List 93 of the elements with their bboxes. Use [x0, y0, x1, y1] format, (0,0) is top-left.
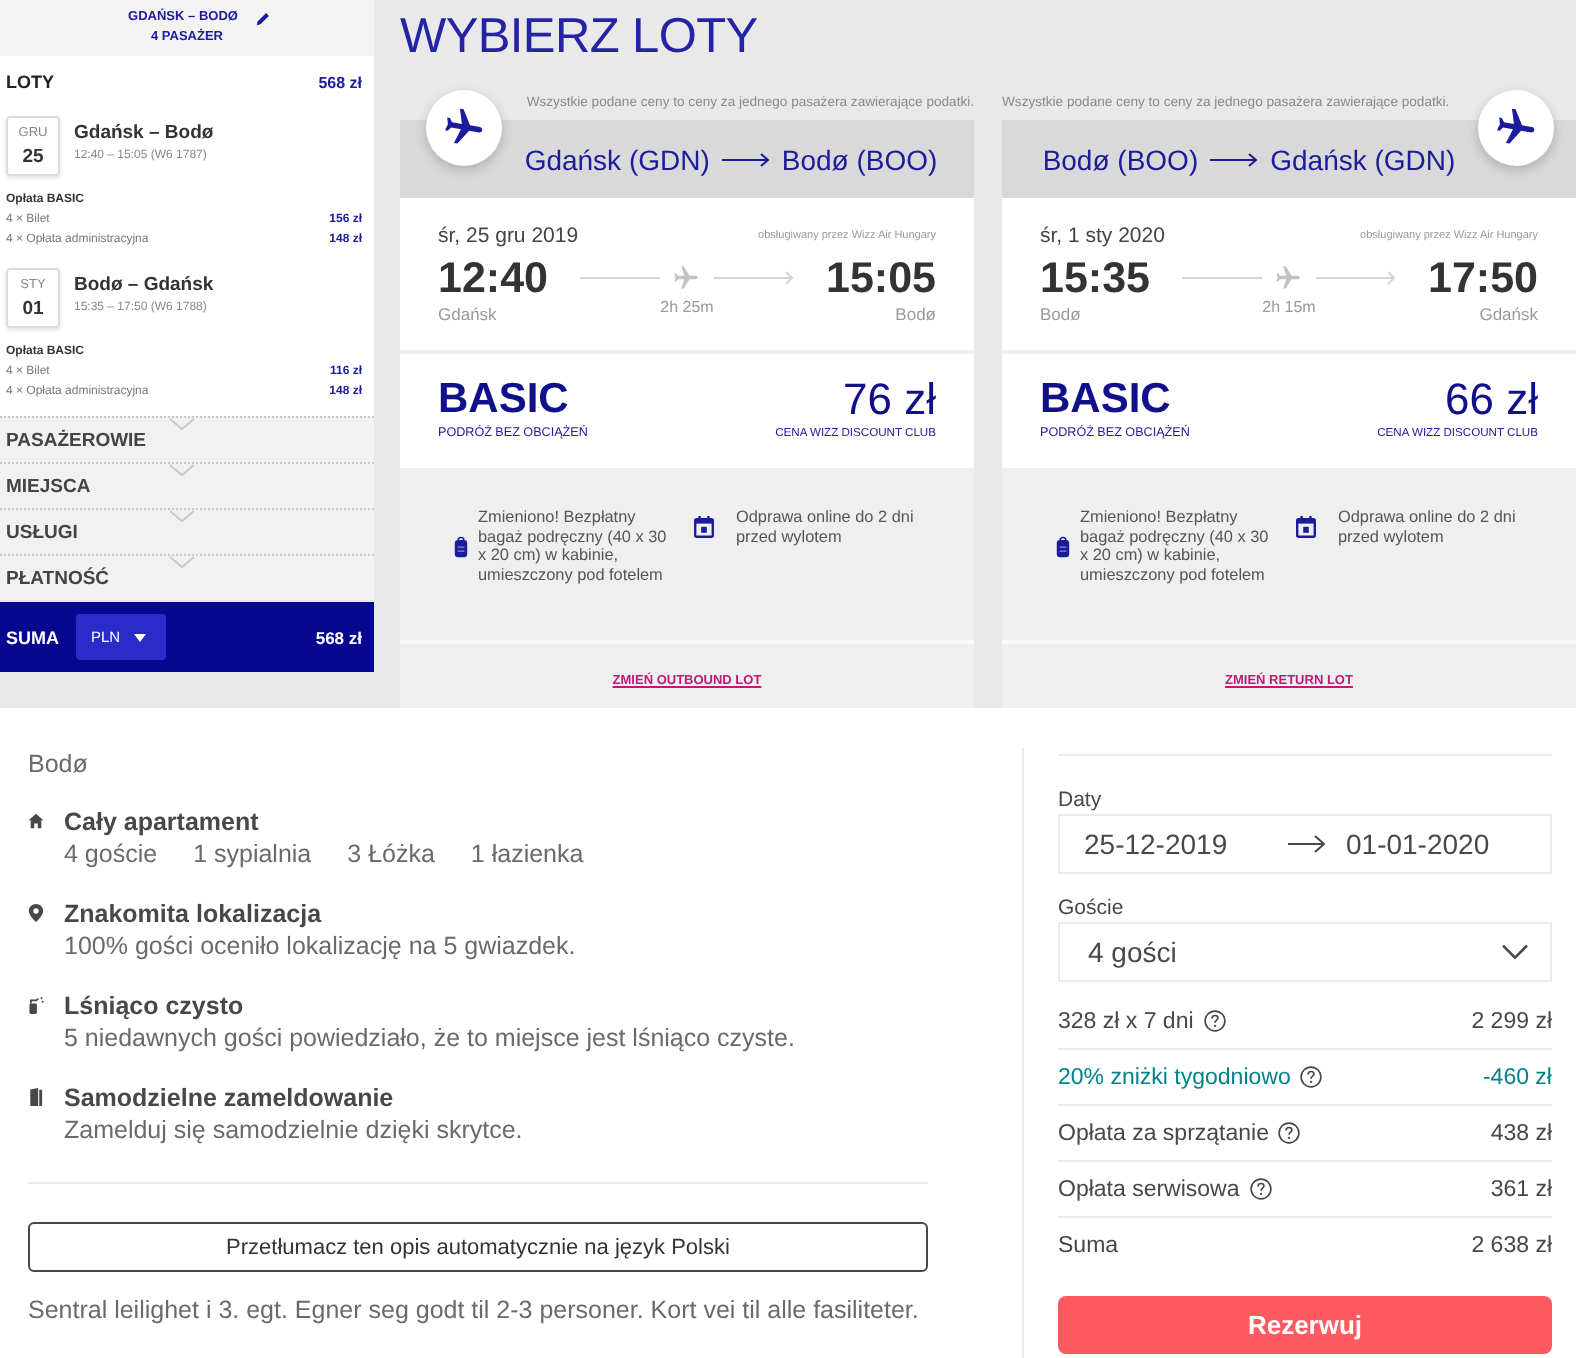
price-amount: 361 zł [1490, 1177, 1552, 1201]
room-detail: 3 Łóżka [347, 838, 435, 870]
price-label: Opłata serwisowa [1058, 1177, 1240, 1201]
flight-duration: 2h 15m [1262, 298, 1316, 318]
flight-date: śr, 1 sty 2020 [1040, 224, 1165, 248]
departure-city: Bodø [1040, 304, 1081, 326]
price-label: 328 zł x 7 dni [1058, 1009, 1194, 1033]
chevron-icon [170, 510, 194, 522]
field-label: Daty [1058, 786, 1104, 814]
field-label: Goście [1058, 894, 1126, 922]
room-detail: 4 goście [64, 838, 158, 870]
calendar-icon [1296, 516, 1316, 538]
feature-text: Zmieniono! Bezpłatny bagaż podręczny (40 x 30 x 20 cm) w kabinie, umieszczony pod fotelem [478, 508, 669, 584]
flight-route: Gdańsk – Bodø [74, 121, 214, 145]
date-range-field[interactable]: 25-12-2019 01-01-2020 [1058, 814, 1552, 874]
destination-airport: Bodø (BOO) [781, 143, 938, 175]
section-tab[interactable]: USŁUGI [0, 508, 374, 554]
fare-price: 66 zł [1445, 376, 1538, 424]
help-icon[interactable] [1203, 1010, 1226, 1032]
feature-text: Zmieniono! Bezpłatny bagaż podręczny (40 x 30 x 20 cm) w kabinie, umieszczony pod fotelem [1080, 508, 1271, 584]
feature-text: Odprawa online do 2 dni przed wylotem [1338, 508, 1518, 546]
flight-date: śr, 25 gru 2019 [438, 224, 579, 248]
check-out-date[interactable]: 01-01-2020 [1346, 828, 1490, 860]
arrival-time: 17:50 [1428, 254, 1538, 302]
origin-airport: Gdańsk (GDN) [524, 143, 710, 175]
price-amount: -460 zł [1482, 1065, 1552, 1089]
help-icon[interactable] [1278, 1122, 1301, 1144]
price-label: Suma [1058, 1233, 1119, 1257]
section-title: LOTY [6, 72, 54, 92]
chevron-icon [170, 556, 194, 568]
flight-path-icon [580, 264, 794, 292]
arrow-icon [721, 151, 770, 167]
total-label: SUMA [6, 627, 59, 647]
chevron-icon [170, 418, 194, 430]
price-label: Opłata za sprzątanie [1058, 1121, 1269, 1145]
arrival-time: 15:05 [826, 254, 936, 302]
highlight-title: Lśniąco czysto [64, 990, 246, 1022]
pencil-icon[interactable] [255, 11, 270, 25]
fare-name: BASIC [1040, 376, 1171, 424]
home-icon [28, 812, 44, 830]
feature-text: Odprawa online do 2 dni przed wylotem [736, 508, 916, 546]
section-total: 568 zł [318, 73, 362, 91]
backpack-icon [454, 535, 468, 557]
chevron-down-icon [1502, 944, 1528, 960]
caret-icon [134, 633, 147, 641]
help-icon[interactable] [1249, 1178, 1272, 1200]
section-tab[interactable]: MIEJSCA [0, 462, 374, 508]
section-tab[interactable]: PASAŻEROWIE [0, 416, 374, 462]
spray-bottle-icon [28, 996, 44, 1014]
highlight-text: Zamelduj się samodzielnie dzięki skrytce. [64, 1114, 523, 1146]
highlight-title: Cały apartament [64, 806, 261, 838]
chevron-icon [170, 464, 194, 476]
flight-route: Bodø – Gdańsk [74, 273, 214, 297]
departure-time: 12:40 [438, 254, 548, 302]
listing-description: Sentral leilighet i 3. egt. Egner seg godt til 2-3 personer. Kort vei til alle fasiliteter. [28, 1294, 921, 1326]
highlight-text: 5 niedawnych gości powiedziało, że to miejsce jest lśniąco czyste. [64, 1022, 795, 1054]
date-day: 25 [22, 145, 44, 167]
help-icon[interactable] [1300, 1066, 1323, 1088]
fare-price: 76 zł [843, 376, 936, 424]
arrival-city: Bodø [895, 304, 936, 326]
departure-city: Gdańsk [438, 304, 497, 326]
arrow-icon [1210, 151, 1259, 167]
check-in-date[interactable]: 25-12-2019 [1084, 828, 1288, 860]
translate-button[interactable]: Przetłumacz ten opis automatycznie na język Polski [28, 1222, 928, 1272]
price-amount: 2 299 zł [1471, 1009, 1552, 1033]
highlight-text: 100% gości oceniło lokalizację na 5 gwiazdek. [64, 930, 576, 962]
total-amount: 568 zł [315, 627, 362, 647]
fare-name: BASIC [438, 376, 569, 424]
date-day: 01 [22, 297, 44, 319]
origin-airport: Bodø (BOO) [1042, 143, 1199, 175]
price-amount: 438 zł [1490, 1121, 1552, 1145]
flight-duration: 2h 25m [660, 298, 714, 318]
room-detail: 1 łazienka [470, 838, 584, 870]
room-detail: 1 sypialnia [193, 838, 312, 870]
flight-path-icon [1182, 264, 1396, 292]
page-title: WYBIERZ LOTY [400, 10, 760, 68]
backpack-icon [1056, 535, 1070, 557]
pin-icon [28, 904, 44, 922]
airplane-icon [1478, 90, 1554, 166]
calendar-icon [694, 516, 714, 538]
airplane-icon [426, 90, 502, 166]
highlight-title: Znakomita lokalizacja [64, 898, 324, 930]
guests-select[interactable]: 4 gości [1058, 922, 1552, 982]
departure-time: 15:35 [1040, 254, 1150, 302]
price-label: 20% zniżki tygodniowo [1058, 1065, 1291, 1089]
arrow-icon [1288, 834, 1326, 854]
listing-location: Bodø [28, 748, 90, 780]
section-tab[interactable]: PŁATNOŚĆ [0, 554, 374, 600]
arrival-city: Gdańsk [1479, 304, 1538, 326]
highlight-title: Samodzielne zameldowanie [64, 1082, 396, 1114]
door-icon [28, 1088, 44, 1106]
destination-airport: Gdańsk (GDN) [1270, 143, 1456, 175]
price-amount: 2 638 zł [1471, 1233, 1552, 1257]
